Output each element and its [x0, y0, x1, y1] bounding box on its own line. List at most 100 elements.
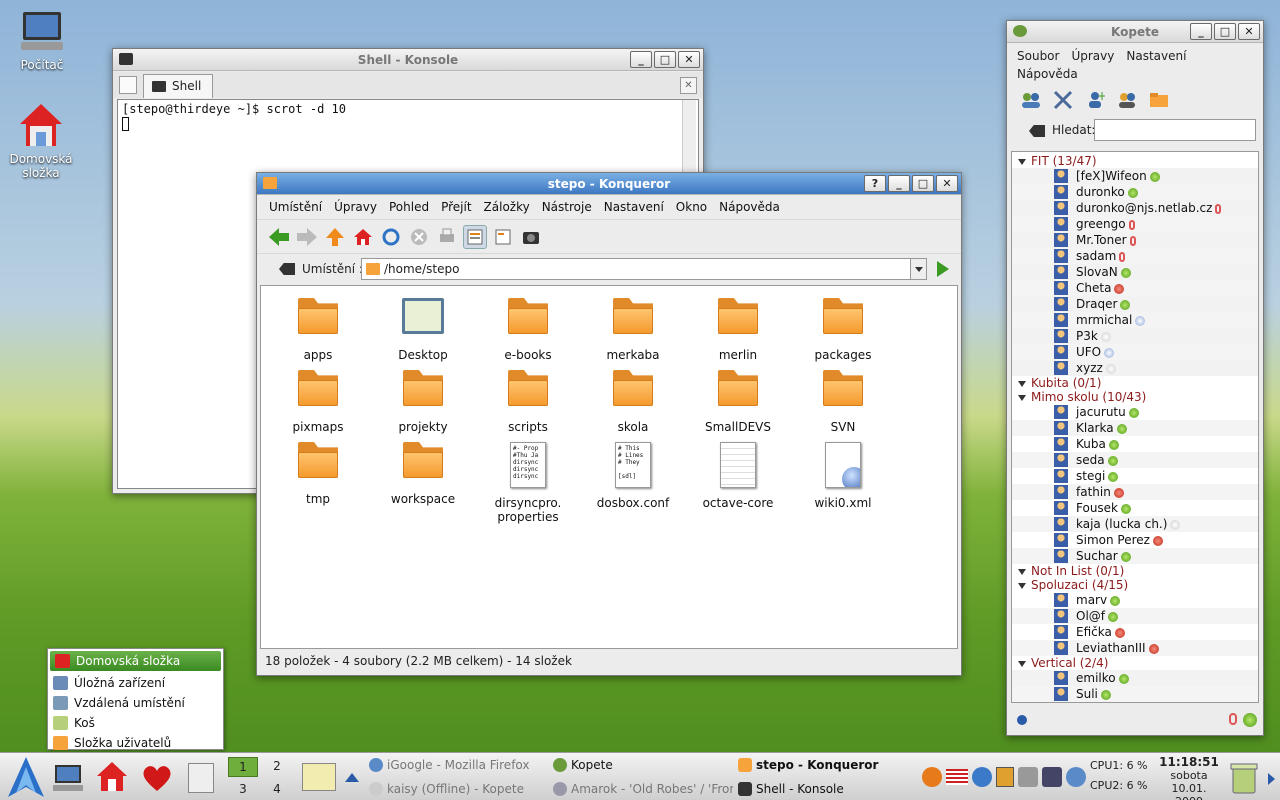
pager-desktop-1[interactable]: 1: [228, 757, 258, 777]
file-item[interactable]: merkaba: [583, 298, 683, 362]
maximize-button[interactable]: □: [1214, 23, 1236, 40]
contact-group[interactable]: Not In List (0/1): [1012, 564, 1258, 578]
folder-icon[interactable]: [1147, 88, 1171, 112]
file-item[interactable]: #- Prop #Thu Ja dirsync dirsync dirsync d…: [478, 442, 578, 524]
minimize-button[interactable]: _: [888, 175, 910, 192]
home-icon[interactable]: [96, 761, 128, 793]
go-icon[interactable]: [937, 261, 949, 277]
file-item[interactable]: SVN: [793, 370, 893, 434]
contact-group[interactable]: FIT (13/47): [1012, 154, 1258, 168]
contact-row[interactable]: duronko@njs.netlab.cz: [1012, 200, 1258, 216]
desktop-icon-home[interactable]: Domovská složka: [1, 102, 81, 180]
contact-row[interactable]: sadam: [1012, 248, 1258, 264]
contact-row[interactable]: Draqer: [1012, 296, 1258, 312]
file-view[interactable]: apps Desktop e-books merkaba merlin packages p…: [260, 285, 958, 649]
contact-row[interactable]: Suli: [1012, 686, 1258, 702]
settings-icon[interactable]: [1051, 88, 1075, 112]
firefox-tray-icon[interactable]: [922, 767, 942, 787]
info-icon[interactable]: [1017, 715, 1027, 725]
location-dropdown-button[interactable]: [910, 259, 926, 279]
klipper-icon[interactable]: [302, 763, 336, 791]
file-item[interactable]: e-books: [478, 298, 578, 362]
add-contact-icon[interactable]: +: [1083, 88, 1107, 112]
file-item[interactable]: merlin: [688, 298, 788, 362]
contact-row[interactable]: Kuba: [1012, 436, 1258, 452]
task-kopete-offline[interactable]: kaisy (Offline) - Kopete: [369, 779, 549, 799]
contact-row[interactable]: marv: [1012, 592, 1258, 608]
contact-row[interactable]: SlovaN: [1012, 264, 1258, 280]
close-button[interactable]: ✕: [936, 175, 958, 192]
contact-row[interactable]: Efička: [1012, 624, 1258, 640]
status-icon[interactable]: [1019, 88, 1043, 112]
trash-icon[interactable]: [1228, 761, 1260, 795]
file-item[interactable]: Desktop: [373, 298, 473, 362]
task-amarok[interactable]: Amarok - 'Old Robes' / 'From: [553, 779, 733, 799]
klipper-tray-icon[interactable]: [996, 767, 1014, 787]
show-desktop-icon[interactable]: [188, 763, 214, 793]
contact-row[interactable]: LeviathanIII: [1012, 640, 1258, 656]
up-icon[interactable]: [323, 225, 347, 249]
contact-row[interactable]: kaja (lucka ch.): [1012, 516, 1258, 532]
desktop-icon-computer[interactable]: Počítač: [2, 8, 82, 72]
contact-row[interactable]: Ol@f: [1012, 608, 1258, 624]
phone-status-icon[interactable]: [1229, 713, 1237, 725]
contact-row[interactable]: emilko: [1012, 670, 1258, 686]
task-konsole[interactable]: Shell - Konsole: [738, 779, 918, 799]
contact-row[interactable]: greengo: [1012, 216, 1258, 232]
maximize-button[interactable]: □: [654, 51, 676, 68]
network-tray-icon[interactable]: [1018, 767, 1038, 787]
minimize-button[interactable]: _: [630, 51, 652, 68]
menu-item[interactable]: Nastavení: [1126, 47, 1186, 65]
camera-icon[interactable]: [519, 225, 543, 249]
menu-item[interactable]: Soubor: [1017, 47, 1059, 65]
file-item[interactable]: SmallDEVS: [688, 370, 788, 434]
search-input[interactable]: [1094, 119, 1256, 141]
file-item[interactable]: pixmaps: [268, 370, 368, 434]
contact-row[interactable]: Cheta: [1012, 280, 1258, 296]
close-tab-button[interactable]: ✕: [680, 77, 697, 94]
panel-hide-arrow-icon[interactable]: [1268, 773, 1275, 785]
task-konqueror[interactable]: stepo - Konqueror: [738, 755, 918, 775]
places-menu-item[interactable]: Vzdálená umístění: [48, 693, 223, 713]
close-button[interactable]: ✕: [1238, 23, 1260, 40]
location-input[interactable]: /home/stepo: [361, 258, 927, 280]
file-item[interactable]: projekty: [373, 370, 473, 434]
contacts-icon[interactable]: [1115, 88, 1139, 112]
menu-item[interactable]: Okno: [670, 200, 713, 214]
contact-row[interactable]: seda: [1012, 452, 1258, 468]
file-item[interactable]: # This # Lines # They [sdl] dosbox.conf: [583, 442, 683, 510]
contact-group[interactable]: Spoluzaci (4/15): [1012, 578, 1258, 592]
menu-item[interactable]: Nápověda: [713, 200, 786, 214]
contact-group[interactable]: Vertical (2/4): [1012, 656, 1258, 670]
menu-item[interactable]: Úpravy: [1071, 47, 1114, 65]
contact-row[interactable]: fathin: [1012, 484, 1258, 500]
menu-item[interactable]: Nástroje: [536, 200, 598, 214]
contact-row[interactable]: [feX]Wifeon: [1012, 168, 1258, 184]
contact-group[interactable]: Mimo skolu (10/43): [1012, 390, 1258, 404]
online-status-icon[interactable]: [1243, 713, 1257, 727]
konsole-titlebar[interactable]: Shell - Konsole _ □ ✕: [113, 49, 703, 71]
contact-row[interactable]: Fousek: [1012, 500, 1258, 516]
menu-item[interactable]: Přejít: [435, 200, 477, 214]
places-menu-item[interactable]: Složka uživatelů: [48, 733, 223, 753]
contact-row[interactable]: jacurutu: [1012, 404, 1258, 420]
contact-list[interactable]: FIT (13/47) [feX]Wifeon duronko duronko@njs…: [1011, 151, 1259, 703]
clear-location-icon[interactable]: [279, 263, 295, 275]
places-menu-item[interactable]: Domovská složka: [50, 651, 221, 671]
kmenu-icon[interactable]: [4, 755, 48, 799]
stop-icon[interactable]: [407, 225, 431, 249]
menu-item[interactable]: Nastavení: [598, 200, 670, 214]
kopete-tray-icon[interactable]: [972, 767, 992, 787]
file-item[interactable]: skola: [583, 370, 683, 434]
taskbar-scroll-icon[interactable]: [345, 773, 359, 782]
menu-item[interactable]: Umístění: [263, 200, 328, 214]
menu-item[interactable]: Záložky: [478, 200, 536, 214]
file-item[interactable]: scripts: [478, 370, 578, 434]
file-item[interactable]: wiki0.xml: [793, 442, 893, 510]
menu-item[interactable]: Nápověda: [1017, 65, 1078, 83]
contact-row[interactable]: Klarka: [1012, 420, 1258, 436]
reload-icon[interactable]: [379, 225, 403, 249]
contact-row[interactable]: UFO: [1012, 344, 1258, 360]
tree-view-icon[interactable]: [491, 225, 515, 249]
pager-desktop-2[interactable]: 2: [262, 757, 292, 777]
